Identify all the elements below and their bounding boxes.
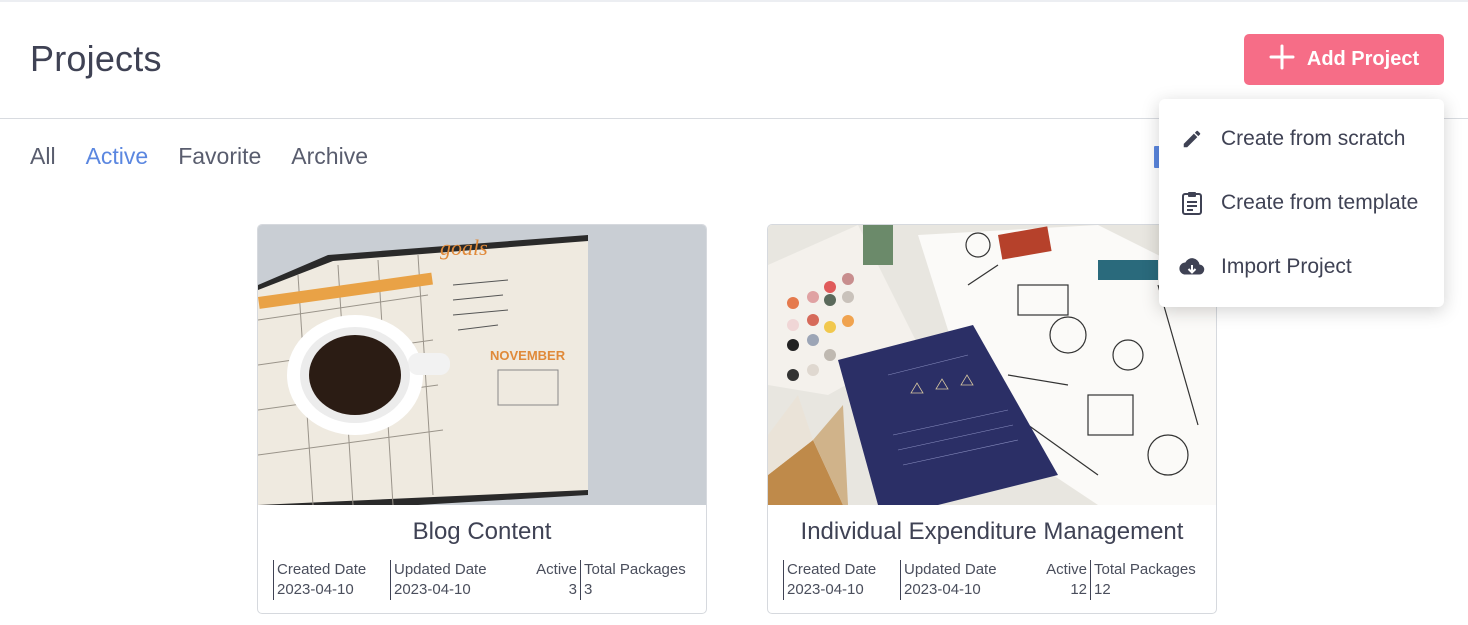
add-project-label: Add Project [1306, 48, 1420, 70]
project-card[interactable]: Individual Expenditure Management Create… [767, 224, 1217, 614]
menu-item-create-from-template[interactable]: Create from template [1159, 173, 1444, 233]
active-count-field: Active 12 [1033, 560, 1091, 600]
active-count-label: Active [536, 561, 577, 578]
project-meta: Created Date 2023-04-10 Updated Date 202… [783, 560, 1203, 600]
updated-date-field: Updated Date 2023-04-10 [900, 560, 997, 600]
project-title: Individual Expenditure Management [800, 518, 1184, 545]
total-packages-field: Total Packages 12 [1091, 560, 1196, 600]
total-packages-field: Total Packages 3 [581, 560, 686, 600]
total-packages-value: 3 [584, 581, 593, 598]
menu-item-create-from-scratch[interactable]: Create from scratch [1159, 109, 1444, 169]
project-thumbnail [768, 225, 1216, 505]
updated-date-field: Updated Date 2023-04-10 [390, 560, 487, 600]
tab-favorite[interactable]: Favorite [178, 143, 261, 170]
active-count-value: 3 [568, 581, 577, 598]
plus-icon [1269, 44, 1295, 76]
cloud-download-icon [1179, 254, 1205, 280]
add-project-button[interactable]: Add Project [1244, 34, 1444, 85]
tab-active[interactable]: Active [86, 143, 149, 170]
pencil-icon [1179, 126, 1205, 152]
created-date-value: 2023-04-10 [277, 581, 354, 598]
tab-archive[interactable]: Archive [291, 143, 368, 170]
total-packages-label: Total Packages [584, 561, 686, 578]
updated-date-label: Updated Date [904, 561, 997, 578]
total-packages-label: Total Packages [1094, 561, 1196, 578]
created-date-field: Created Date 2023-04-10 [273, 560, 366, 600]
created-date-field: Created Date 2023-04-10 [783, 560, 876, 600]
menu-item-import-project[interactable]: Import Project [1159, 237, 1444, 297]
project-title: Blog Content [412, 518, 552, 545]
created-date-value: 2023-04-10 [787, 581, 864, 598]
total-packages-value: 12 [1094, 581, 1111, 598]
project-thumbnail: goals NOVEMBER [258, 225, 706, 505]
svg-text:goals: goals [440, 235, 488, 260]
project-meta: Created Date 2023-04-10 Updated Date 202… [273, 560, 693, 600]
project-filter-tabs: All Active Favorite Archive [30, 143, 368, 170]
updated-date-label: Updated Date [394, 561, 487, 578]
clipboard-icon [1179, 190, 1205, 216]
menu-item-label: Create from scratch [1221, 127, 1406, 150]
svg-text:NOVEMBER: NOVEMBER [490, 348, 566, 363]
page-title: Projects [30, 38, 162, 79]
created-date-label: Created Date [277, 561, 367, 578]
updated-date-value: 2023-04-10 [394, 581, 471, 598]
created-date-label: Created Date [787, 561, 877, 578]
updated-date-value: 2023-04-10 [904, 581, 981, 598]
active-count-value: 12 [1070, 581, 1087, 598]
menu-item-label: Import Project [1221, 255, 1352, 278]
active-count-field: Active 3 [523, 560, 581, 600]
add-project-dropdown: Create from scratch Create from template… [1159, 99, 1444, 307]
tab-all[interactable]: All [30, 143, 56, 170]
active-count-label: Active [1046, 561, 1087, 578]
menu-item-label: Create from template [1221, 191, 1419, 214]
project-card[interactable]: goals NOVEMBER Blog Content Created Date… [257, 224, 707, 614]
